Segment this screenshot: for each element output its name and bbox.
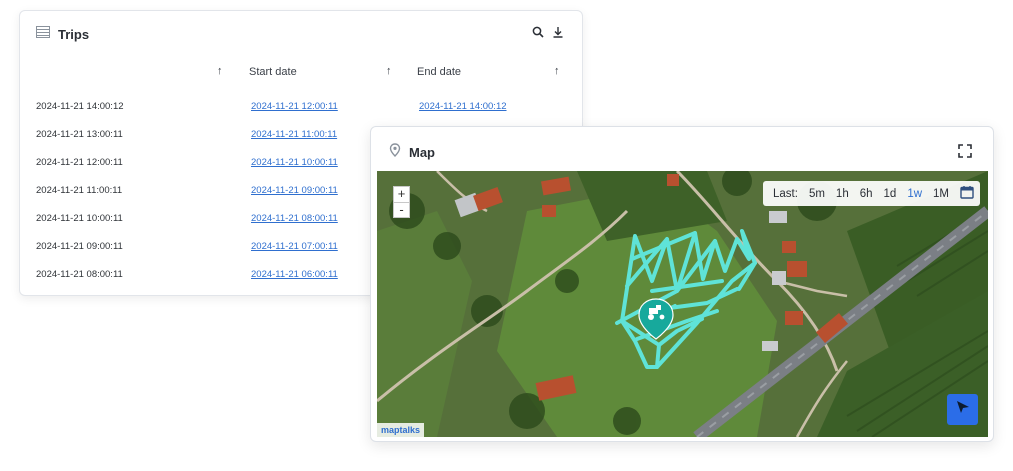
time-range-bar: Last: 5m 1h 6h 1d 1w 1M	[763, 181, 980, 206]
created-cell: 2024-11-21 10:00:11	[36, 213, 123, 224]
sort-arrow-start[interactable]: ↑	[386, 65, 392, 77]
created-cell: 2024-11-21 11:00:11	[36, 185, 123, 196]
start-date-link[interactable]: 2024-11-21 12:00:11	[251, 101, 338, 112]
locate-button[interactable]	[947, 394, 978, 425]
table-icon	[36, 25, 50, 43]
created-cell: 2024-11-21 13:00:11	[36, 129, 123, 140]
trips-actions	[532, 25, 564, 43]
column-header-start[interactable]: Start date	[249, 66, 297, 78]
range-option-1w[interactable]: 1w	[907, 188, 922, 200]
sort-arrow-end[interactable]: ↑	[554, 65, 560, 77]
zoom-in-button[interactable]: +	[394, 187, 409, 202]
range-option-5m[interactable]: 5m	[809, 188, 825, 200]
start-date-link[interactable]: 2024-11-21 09:00:11	[251, 185, 338, 196]
zoom-out-button[interactable]: -	[394, 202, 409, 217]
start-date-link[interactable]: 2024-11-21 10:00:11	[251, 157, 338, 168]
map-card: Map + - Last: 5m 1h 6h 1d 1w 1M maptalks	[370, 126, 994, 442]
start-date-link[interactable]: 2024-11-21 11:00:11	[251, 129, 337, 140]
range-option-6h[interactable]: 6h	[860, 188, 873, 200]
map-header: Map	[389, 143, 435, 162]
start-date-link[interactable]: 2024-11-21 07:00:11	[251, 241, 338, 252]
search-icon[interactable]	[532, 25, 544, 43]
column-header-end[interactable]: End date	[417, 66, 461, 78]
range-option-1M[interactable]: 1M	[933, 188, 949, 200]
trips-title: Trips	[58, 26, 90, 42]
created-cell: 2024-11-21 08:00:11	[36, 269, 123, 280]
end-date-link[interactable]: 2024-11-21 14:00:12	[419, 101, 507, 112]
map-title: Map	[409, 145, 435, 160]
table-row[interactable]: 2024-11-21 14:00:12 2024-11-21 12:00:11 …	[20, 101, 582, 129]
zoom-controls: + -	[393, 186, 410, 218]
calendar-icon[interactable]	[960, 185, 974, 202]
sort-arrow-created[interactable]: ↑	[217, 65, 223, 77]
range-option-1d[interactable]: 1d	[884, 188, 897, 200]
map-canvas[interactable]: + - Last: 5m 1h 6h 1d 1w 1M maptalks	[377, 171, 988, 437]
satellite-imagery	[377, 171, 988, 437]
navigation-arrow-icon	[955, 399, 971, 420]
created-cell: 2024-11-21 12:00:11	[36, 157, 123, 168]
range-option-1h[interactable]: 1h	[836, 188, 849, 200]
download-icon[interactable]	[552, 25, 564, 43]
created-cell: 2024-11-21 14:00:12	[36, 101, 124, 112]
created-cell: 2024-11-21 09:00:11	[36, 241, 123, 252]
start-date-link[interactable]: 2024-11-21 08:00:11	[251, 213, 338, 224]
range-label: Last:	[773, 187, 798, 200]
start-date-link[interactable]: 2024-11-21 06:00:11	[251, 269, 338, 280]
map-pin-icon	[389, 143, 401, 162]
trips-header: Trips	[36, 25, 89, 43]
map-attribution[interactable]: maptalks	[377, 423, 425, 437]
fullscreen-icon[interactable]	[957, 143, 973, 159]
